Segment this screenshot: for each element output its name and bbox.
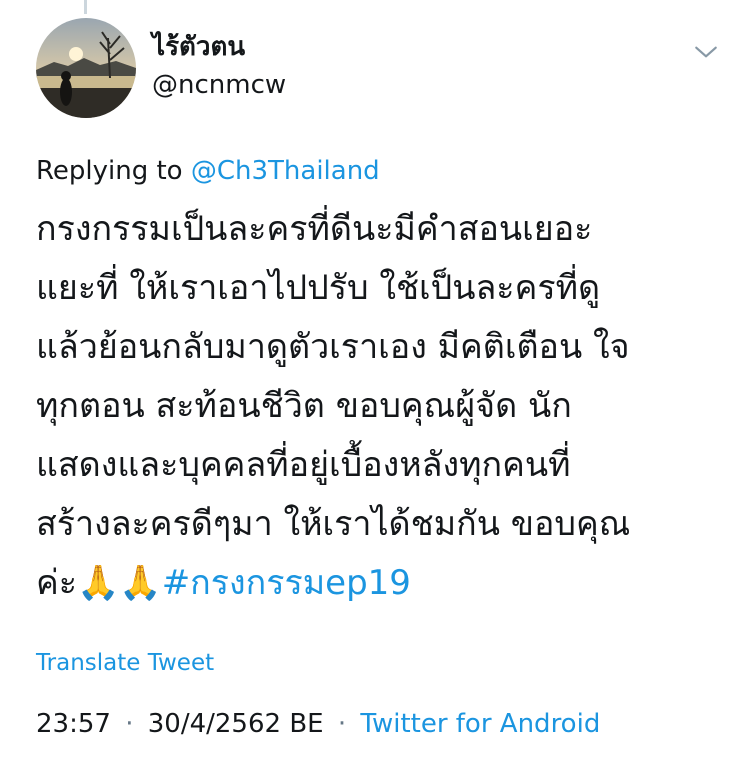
tweet-text: กรงกรรมเป็นละครที่ดีนะมีคำสอนเยอะ แยะที่…	[36, 200, 726, 613]
replying-to: Replying to @Ch3Thailand	[36, 154, 380, 188]
reply-mention-link[interactable]: @Ch3Thailand	[191, 156, 380, 186]
tweet-source-link[interactable]: Twitter for Android	[360, 709, 600, 739]
hashtag-link[interactable]: #กรงกรรมep19	[162, 563, 411, 603]
tweet-text-last-line: ค่ะ🙏🙏#กรงกรรมep19	[36, 554, 726, 613]
meta-separator: ·	[125, 709, 134, 739]
more-options-button[interactable]	[688, 34, 724, 70]
tweet-text-line: ค่ะ	[36, 563, 78, 603]
folded-hands-emoji: 🙏🙏	[77, 563, 162, 603]
display-name[interactable]: ไร้ตัวตน	[152, 30, 245, 64]
tweet-text-line: สร้างละครดีๆมา ให้เราได้ชมกัน ขอบคุณ	[36, 504, 631, 544]
tweet-text-line: แยะที่ ให้เราเอาไปปรับ ใช้เป็นละครที่ดู	[36, 268, 601, 308]
translate-tweet-link[interactable]: Translate Tweet	[36, 646, 214, 680]
tweet-text-line: แล้วย้อนกลับมาดูตัวเราเอง มีคติเตือน ใจ	[36, 327, 630, 367]
replying-to-label: Replying to	[36, 156, 183, 186]
meta-separator: ·	[337, 709, 347, 739]
tweet-text-line: แสดงและบุคคลที่อยู่เบื้องหลังทุกคนที่	[36, 445, 571, 485]
thread-connector-line	[84, 0, 87, 14]
avatar-silhouette-sunset-icon	[36, 18, 136, 118]
tweet-meta: 23:57 · 30/4/2562 BE · Twitter for Andro…	[36, 706, 600, 742]
chevron-down-icon	[695, 46, 717, 58]
avatar[interactable]	[36, 18, 136, 118]
tweet-date: 30/4/2562 BE	[147, 709, 324, 739]
tweet-text-line: กรงกรรมเป็นละครที่ดีนะมีคำสอนเยอะ	[36, 209, 593, 249]
tweet-time: 23:57	[36, 709, 111, 739]
tweet-text-line: ทุกตอน สะท้อนชีวิต ขอบคุณผู้จัด นัก	[36, 386, 572, 426]
user-handle[interactable]: @ncnmcw	[152, 68, 286, 102]
